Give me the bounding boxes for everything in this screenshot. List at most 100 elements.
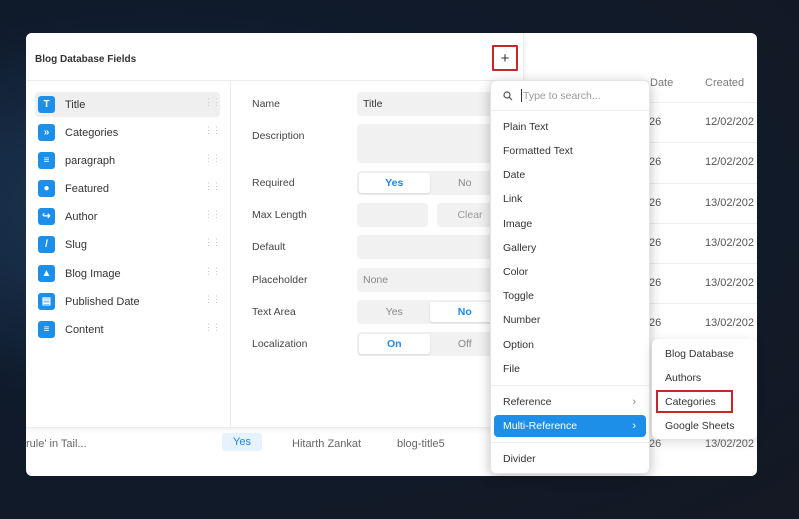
default-field[interactable] <box>357 235 497 259</box>
table-cell-author: Hitarth Zankat <box>292 438 362 450</box>
field-item-slug[interactable]: / Slug ⋮⋮ <box>35 232 221 257</box>
field-item-featured[interactable]: ● Featured ⋮⋮ <box>35 176 221 201</box>
required-yes-option[interactable]: Yes <box>359 173 430 193</box>
table-cell-created: 13/02/202 <box>705 438 754 450</box>
field-item-paragraph[interactable]: ≡ paragraph ⋮⋮ <box>35 148 221 173</box>
name-label: Name <box>252 98 281 110</box>
collection-submenu: Blog Database Authors Categories Google … <box>652 339 757 439</box>
name-field[interactable]: Title <box>357 92 497 116</box>
drag-handle-icon[interactable]: ⋮⋮ <box>204 237 221 251</box>
slug-icon: / <box>38 236 55 253</box>
menu-item-option[interactable]: Option <box>494 334 646 356</box>
field-label: Slug <box>65 238 88 251</box>
menu-item-link[interactable]: Link <box>494 188 646 210</box>
field-item-title[interactable]: T Title ⋮⋮ <box>35 92 221 117</box>
drag-handle-icon[interactable]: ⋮⋮ <box>204 322 221 336</box>
menu-divider <box>491 385 649 386</box>
column-header-date[interactable]: Date <box>650 77 673 89</box>
drag-handle-icon[interactable]: ⋮⋮ <box>204 294 221 308</box>
name-value: Title <box>363 98 383 110</box>
field-item-author[interactable]: ↪ Author ⋮⋮ <box>35 204 221 229</box>
formatted-text-icon: ≡ <box>38 152 55 169</box>
reference-label: Reference <box>503 396 552 408</box>
menu-item-gallery[interactable]: Gallery <box>494 237 646 259</box>
menu-item-date[interactable]: Date <box>494 164 646 186</box>
localization-on-option[interactable]: On <box>359 334 430 354</box>
highlight-box <box>656 390 733 413</box>
placeholder-field[interactable]: None <box>357 268 497 292</box>
formatted-text-icon: ≡ <box>38 321 55 338</box>
table-cell-created: 12/02/202 <box>705 156 754 168</box>
submenu-item-google-sheets[interactable]: Google Sheets <box>665 420 734 432</box>
field-label: Author <box>65 210 98 223</box>
drag-handle-icon[interactable]: ⋮⋮ <box>204 209 221 223</box>
field-item-published-date[interactable]: ▤ Published Date ⋮⋮ <box>35 289 221 314</box>
field-label: Categories <box>65 126 119 139</box>
field-type-dropdown: Type to search... Plain Text Formatted T… <box>490 80 650 474</box>
toggle-icon: ● <box>38 180 55 197</box>
link-icon: ↪ <box>38 208 55 225</box>
localization-toggle: On Off <box>357 332 502 356</box>
table-cell-created: 13/02/202 <box>705 277 754 289</box>
table-cell-created: 12/02/202 <box>705 116 754 128</box>
table-cell-date: 26 <box>649 277 662 289</box>
field-label: Title <box>65 98 86 111</box>
text-area-toggle: Yes No <box>357 300 502 324</box>
reference-icon: » <box>38 124 55 141</box>
image-icon: ▲ <box>38 265 55 282</box>
drag-handle-icon[interactable]: ⋮⋮ <box>204 97 221 111</box>
field-item-content[interactable]: ≡ Content ⋮⋮ <box>35 317 221 342</box>
field-item-categories[interactable]: » Categories ⋮⋮ <box>35 120 221 145</box>
placeholder-label: Placeholder <box>252 274 308 286</box>
max-length-label: Max Length <box>252 209 307 221</box>
submenu-item-blog-database[interactable]: Blog Database <box>665 348 734 360</box>
text-field-icon: T <box>38 96 55 113</box>
menu-item-reference[interactable]: Reference › <box>494 391 646 413</box>
submenu-item-authors[interactable]: Authors <box>665 372 701 384</box>
field-label: Published Date <box>65 295 140 308</box>
chevron-right-icon: › <box>632 420 636 432</box>
drag-handle-icon[interactable]: ⋮⋮ <box>204 266 221 280</box>
clear-label: Clear <box>457 209 483 221</box>
col-created-label: Created <box>705 77 745 89</box>
fields-panel: Blog Database Fields T Title ⋮⋮ » Catego… <box>26 33 524 428</box>
field-item-blog-image[interactable]: ▲ Blog Image ⋮⋮ <box>35 261 221 286</box>
description-field[interactable] <box>357 124 497 163</box>
table-cell-date: 26 <box>649 237 662 249</box>
text-area-yes-option[interactable]: Yes <box>359 302 430 322</box>
table-cell-slug: blog-title5 <box>397 438 445 450</box>
menu-item-toggle[interactable]: Toggle <box>494 285 646 307</box>
description-label: Description <box>252 130 305 142</box>
max-length-field[interactable] <box>357 203 428 227</box>
table-cell-title: rule' in Tail... <box>26 438 87 450</box>
table-cell-date: 26 <box>649 197 662 209</box>
chevron-right-icon: › <box>632 396 636 408</box>
placeholder-value: None <box>363 274 389 286</box>
field-label: Featured <box>65 182 110 195</box>
menu-item-formatted-text[interactable]: Formatted Text <box>494 140 646 162</box>
menu-item-file[interactable]: File <box>494 358 646 380</box>
plus-icon: + <box>500 49 510 67</box>
multi-reference-label: Multi-Reference <box>503 420 578 432</box>
date-icon: ▤ <box>38 293 55 310</box>
table-cell-date: 26 <box>649 156 662 168</box>
search-bar[interactable]: Type to search... <box>491 81 649 111</box>
status-badge: Yes <box>222 433 262 451</box>
menu-item-divider[interactable]: Divider <box>494 448 646 470</box>
table-cell-date: 26 <box>649 317 662 329</box>
table-cell-created: 13/02/202 <box>705 197 754 209</box>
menu-item-plain-text[interactable]: Plain Text <box>494 116 646 138</box>
drag-handle-icon[interactable]: ⋮⋮ <box>204 181 221 195</box>
text-caret <box>521 89 522 102</box>
table-cell-date: 26 <box>649 438 662 450</box>
drag-handle-icon[interactable]: ⋮⋮ <box>204 153 221 167</box>
menu-item-multi-reference[interactable]: Multi-Reference › <box>494 415 646 437</box>
search-input[interactable]: Type to search... <box>523 90 601 102</box>
menu-item-color[interactable]: Color <box>494 261 646 283</box>
table-cell-created: 13/02/202 <box>705 237 754 249</box>
menu-item-number[interactable]: Number <box>494 309 646 331</box>
menu-item-image[interactable]: Image <box>494 213 646 235</box>
add-field-button[interactable]: + <box>492 45 518 71</box>
drag-handle-icon[interactable]: ⋮⋮ <box>204 125 221 139</box>
column-header-created[interactable]: Created <box>705 77 744 89</box>
